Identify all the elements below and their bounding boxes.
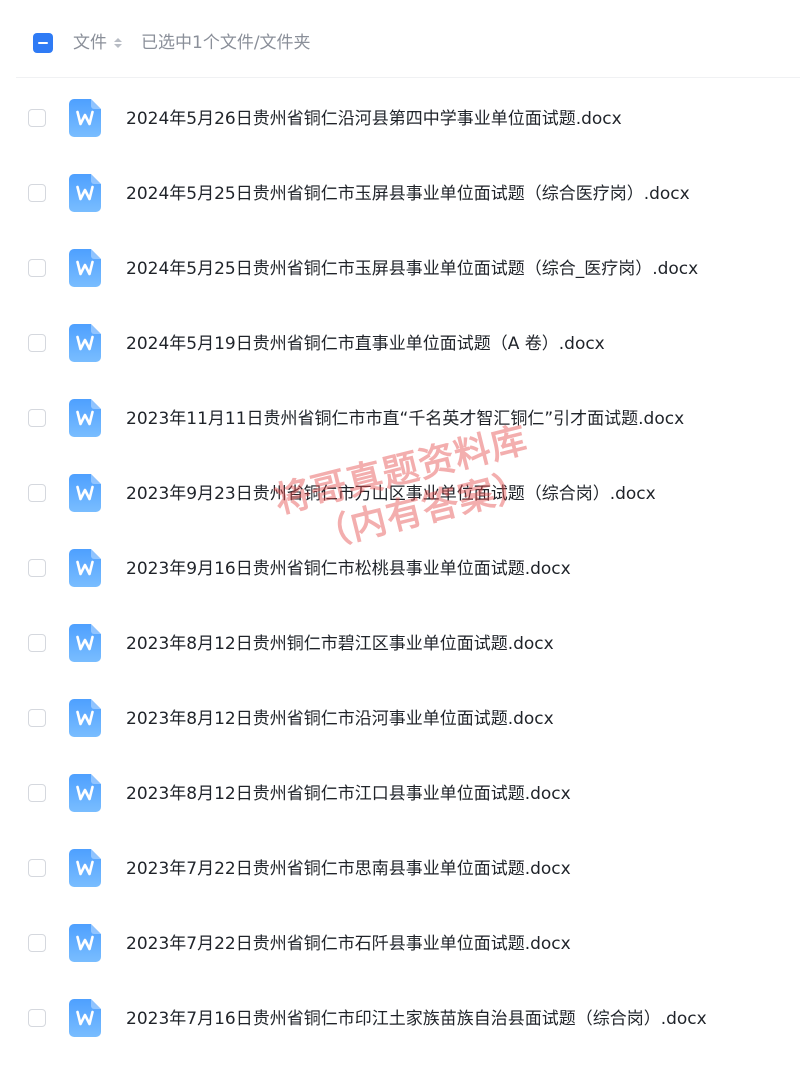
file-name[interactable]: 2023年11月11日贵州省铜仁市市直“千名英才智汇铜仁”引才面试题.docx	[126, 407, 684, 431]
word-document-icon	[69, 624, 101, 662]
file-row-checkbox[interactable]	[28, 634, 46, 652]
file-name[interactable]: 2024年5月25日贵州省铜仁市玉屏县事业单位面试题（综合医疗岗）.docx	[126, 182, 690, 206]
file-row[interactable]: 2023年7月22日贵州省铜仁市思南县事业单位面试题.docx	[0, 832, 800, 907]
file-row[interactable]: 2023年8月12日贵州省铜仁市江口县事业单位面试题.docx	[0, 757, 800, 832]
selection-count-text: 已选中1个文件/文件夹	[141, 33, 311, 53]
file-name[interactable]: 2024年5月26日贵州省铜仁沿河县第四中学事业单位面试题.docx	[126, 107, 622, 131]
file-row[interactable]: 2024年5月25日贵州省铜仁市玉屏县事业单位面试题（综合_医疗岗）.docx	[0, 232, 800, 307]
file-list: 2024年5月26日贵州省铜仁沿河县第四中学事业单位面试题.docx 2024年5…	[0, 82, 800, 1057]
word-document-icon	[69, 99, 101, 137]
file-name[interactable]: 2023年7月16日贵州省铜仁市印江土家族苗族自治县面试题（综合岗）.docx	[126, 1007, 707, 1031]
word-document-icon	[69, 924, 101, 962]
file-row-checkbox[interactable]	[28, 859, 46, 877]
file-name[interactable]: 2023年9月16日贵州省铜仁市松桃县事业单位面试题.docx	[126, 557, 571, 581]
file-row[interactable]: 2023年9月16日贵州省铜仁市松桃县事业单位面试题.docx	[0, 532, 800, 607]
file-row-checkbox[interactable]	[28, 259, 46, 277]
word-document-icon	[69, 474, 101, 512]
file-list-header: 文件 已选中1个文件/文件夹	[0, 0, 800, 78]
file-row-checkbox[interactable]	[28, 184, 46, 202]
file-name[interactable]: 2023年9月23日贵州省铜仁市万山区事业单位面试题（综合岗）.docx	[126, 482, 656, 506]
file-name[interactable]: 2024年5月25日贵州省铜仁市玉屏县事业单位面试题（综合_医疗岗）.docx	[126, 257, 698, 281]
header-divider	[16, 77, 800, 78]
word-document-icon	[69, 324, 101, 362]
word-document-icon	[69, 849, 101, 887]
word-document-icon	[69, 999, 101, 1037]
file-row-checkbox[interactable]	[28, 334, 46, 352]
file-row-checkbox[interactable]	[28, 1009, 46, 1027]
file-row-checkbox[interactable]	[28, 484, 46, 502]
file-row[interactable]: 2023年7月16日贵州省铜仁市印江土家族苗族自治县面试题（综合岗）.docx	[0, 982, 800, 1057]
file-row[interactable]: 2024年5月25日贵州省铜仁市玉屏县事业单位面试题（综合医疗岗）.docx	[0, 157, 800, 232]
word-document-icon	[69, 549, 101, 587]
file-row-checkbox[interactable]	[28, 109, 46, 127]
file-name[interactable]: 2023年7月22日贵州省铜仁市石阡县事业单位面试题.docx	[126, 932, 571, 956]
word-document-icon	[69, 774, 101, 812]
word-document-icon	[69, 249, 101, 287]
word-document-icon	[69, 174, 101, 212]
file-name[interactable]: 2024年5月19日贵州省铜仁市直事业单位面试题（A 卷）.docx	[126, 332, 605, 356]
file-row-checkbox[interactable]	[28, 934, 46, 952]
word-document-icon	[69, 399, 101, 437]
file-row[interactable]: 2023年7月22日贵州省铜仁市石阡县事业单位面试题.docx	[0, 907, 800, 982]
file-name[interactable]: 2023年8月12日贵州铜仁市碧江区事业单位面试题.docx	[126, 632, 554, 656]
file-column-label[interactable]: 文件	[73, 32, 107, 54]
file-row[interactable]: 2023年8月12日贵州省铜仁市沿河事业单位面试题.docx	[0, 682, 800, 757]
file-row[interactable]: 2024年5月19日贵州省铜仁市直事业单位面试题（A 卷）.docx	[0, 307, 800, 382]
file-row[interactable]: 2023年11月11日贵州省铜仁市市直“千名英才智汇铜仁”引才面试题.docx	[0, 382, 800, 457]
file-row[interactable]: 2024年5月26日贵州省铜仁沿河县第四中学事业单位面试题.docx	[0, 82, 800, 157]
file-row[interactable]: 2023年9月23日贵州省铜仁市万山区事业单位面试题（综合岗）.docx	[0, 457, 800, 532]
file-name[interactable]: 2023年8月12日贵州省铜仁市沿河事业单位面试题.docx	[126, 707, 554, 731]
file-row-checkbox[interactable]	[28, 784, 46, 802]
file-row[interactable]: 2023年8月12日贵州铜仁市碧江区事业单位面试题.docx	[0, 607, 800, 682]
file-row-checkbox[interactable]	[28, 409, 46, 427]
select-all-checkbox[interactable]	[33, 33, 53, 53]
file-row-checkbox[interactable]	[28, 709, 46, 727]
word-document-icon	[69, 699, 101, 737]
file-name[interactable]: 2023年7月22日贵州省铜仁市思南县事业单位面试题.docx	[126, 857, 571, 881]
file-name[interactable]: 2023年8月12日贵州省铜仁市江口县事业单位面试题.docx	[126, 782, 571, 806]
file-row-checkbox[interactable]	[28, 559, 46, 577]
sort-icon[interactable]	[113, 36, 123, 50]
